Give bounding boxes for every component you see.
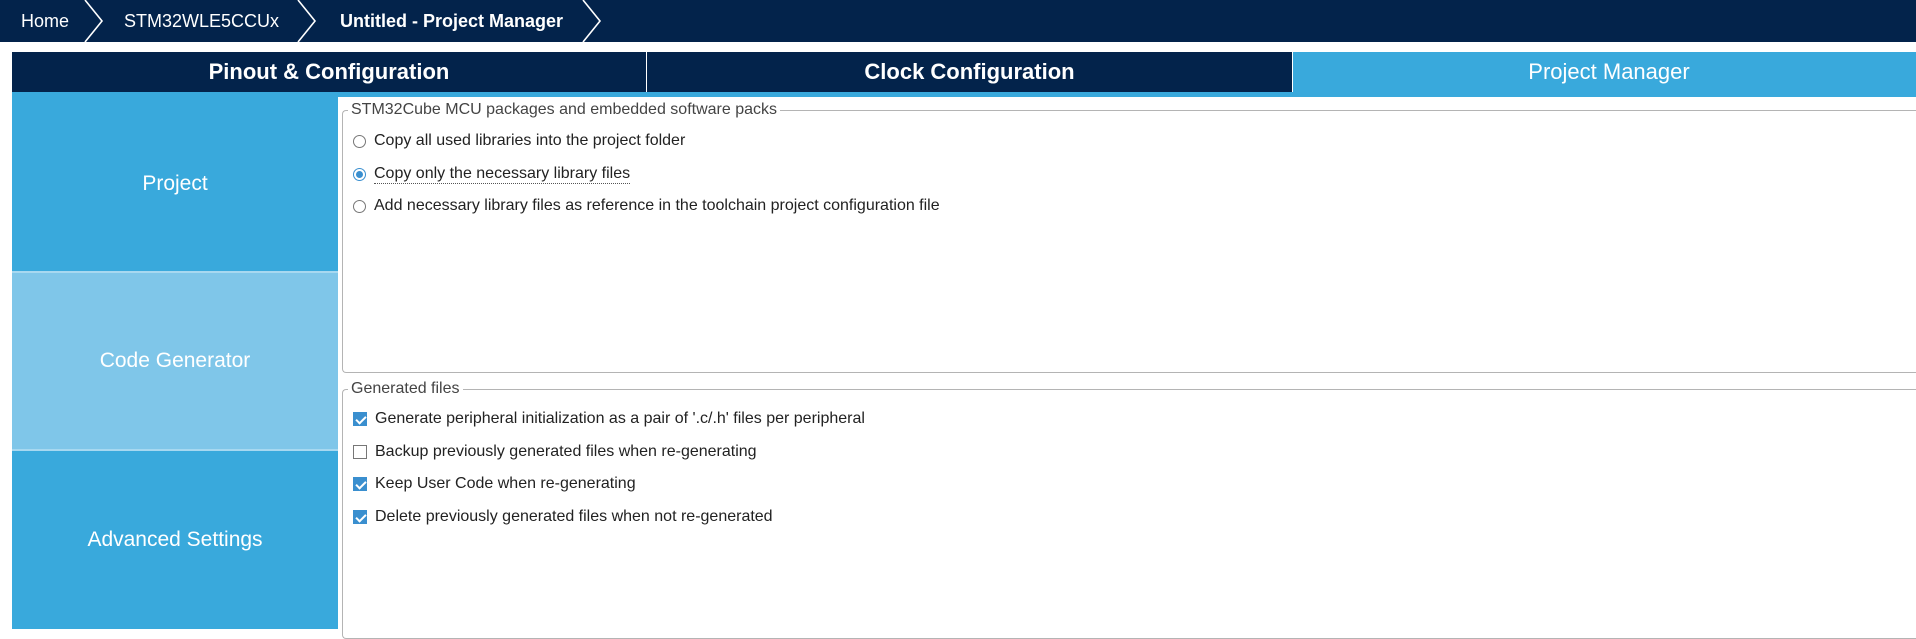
checkbox-indicator[interactable] bbox=[353, 412, 367, 426]
radio-indicator[interactable] bbox=[353, 134, 366, 148]
sidebar-item-project[interactable]: Project bbox=[12, 97, 338, 271]
delete-generated-files-checkbox[interactable]: Delete previously generated files when n… bbox=[353, 506, 773, 528]
checkbox-indicator[interactable] bbox=[353, 510, 367, 524]
sidebar-item-label: Code Generator bbox=[99, 349, 251, 372]
add-as-reference-radio[interactable]: Add necessary library files as reference… bbox=[353, 195, 940, 217]
generate-peripheral-pair-label: Generate peripheral initialization as a … bbox=[375, 410, 865, 427]
tab-clock-configuration[interactable]: Clock Configuration bbox=[647, 52, 1292, 92]
radio-indicator[interactable] bbox=[353, 167, 366, 181]
backup-generated-files-checkbox[interactable]: Backup previously generated files when r… bbox=[353, 441, 757, 463]
breadcrumb-current-page[interactable]: Untitled - Project Manager bbox=[340, 0, 563, 42]
packages-group-title: STM32Cube MCU packages and embedded soft… bbox=[348, 101, 780, 119]
keep-user-code-checkbox[interactable]: Keep User Code when re-generating bbox=[353, 473, 636, 495]
chevron-right-icon bbox=[84, 0, 104, 42]
keep-user-code-label: Keep User Code when re-generating bbox=[375, 475, 636, 492]
tab-project-manager[interactable]: Project Manager bbox=[1293, 52, 1916, 92]
sidebar-item-advanced-settings[interactable]: Advanced Settings bbox=[12, 451, 338, 629]
backup-generated-files-label: Backup previously generated files when r… bbox=[375, 443, 757, 460]
copy-all-libraries-label: Copy all used libraries into the project… bbox=[374, 132, 686, 149]
delete-generated-files-label: Delete previously generated files when n… bbox=[375, 508, 773, 525]
sidebar: Project Code Generator Advanced Settings bbox=[12, 97, 338, 629]
breadcrumb: Home STM32WLE5CCUx Untitled - Project Ma… bbox=[0, 0, 1916, 42]
add-as-reference-label: Add necessary library files as reference… bbox=[374, 197, 940, 214]
copy-necessary-files-radio[interactable]: Copy only the necessary library files bbox=[353, 163, 631, 185]
tab-pinout-configuration[interactable]: Pinout & Configuration bbox=[12, 52, 646, 92]
sidebar-item-code-generator[interactable]: Code Generator bbox=[12, 273, 338, 449]
generate-peripheral-pair-checkbox[interactable]: Generate peripheral initialization as a … bbox=[353, 408, 865, 430]
chevron-right-icon bbox=[297, 0, 317, 42]
generated-files-groupbox: Generated files Generate peripheral init… bbox=[342, 380, 1916, 639]
breadcrumb-device[interactable]: STM32WLE5CCUx bbox=[124, 0, 279, 42]
generated-files-group-title: Generated files bbox=[348, 380, 463, 398]
copy-necessary-files-label: Copy only the necessary library files bbox=[374, 164, 631, 184]
copy-all-libraries-radio[interactable]: Copy all used libraries into the project… bbox=[353, 130, 685, 152]
breadcrumb-home[interactable]: Home bbox=[21, 0, 69, 42]
sidebar-item-label: Project bbox=[142, 172, 208, 195]
checkbox-indicator[interactable] bbox=[353, 477, 367, 491]
main-tab-bar: Pinout & Configuration Clock Configurati… bbox=[12, 52, 1916, 92]
checkbox-indicator[interactable] bbox=[353, 445, 367, 459]
sidebar-item-label: Advanced Settings bbox=[87, 528, 263, 551]
packages-groupbox: STM32Cube MCU packages and embedded soft… bbox=[342, 101, 1916, 373]
radio-indicator[interactable] bbox=[353, 199, 366, 213]
chevron-right-icon bbox=[582, 0, 602, 42]
